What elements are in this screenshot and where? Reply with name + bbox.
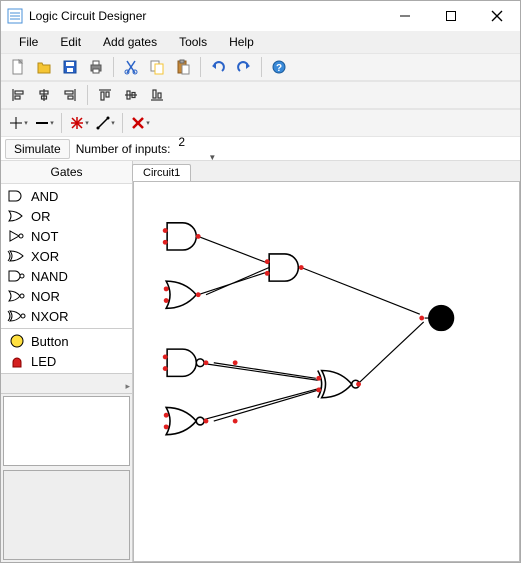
wire-line-button[interactable]: ▾ [32, 111, 56, 135]
app-window: Logic Circuit Designer File Edit Add gat… [0, 0, 521, 563]
io-label: LED [31, 354, 56, 369]
gates-palette: AND OR NOT XOR NAND [1, 184, 132, 329]
wire-cross-button[interactable]: ▾ [6, 111, 30, 135]
preview-pane [3, 396, 130, 466]
svg-text:?: ? [276, 63, 282, 74]
gate-label: OR [31, 209, 51, 224]
gate-label: AND [31, 189, 58, 204]
menu-file[interactable]: File [9, 33, 48, 51]
not-gate-icon [7, 228, 27, 244]
align-top-button[interactable] [93, 83, 117, 107]
new-file-button[interactable] [6, 55, 30, 79]
toolbar-separator [113, 57, 114, 77]
led-icon [7, 353, 27, 369]
window-controls [382, 1, 520, 31]
app-icon [7, 8, 23, 24]
menu-help[interactable]: Help [219, 33, 264, 51]
gate-label: NOT [31, 229, 58, 244]
save-button[interactable] [58, 55, 82, 79]
align-middle-v-button[interactable] [119, 83, 143, 107]
wire-toolbar: ▾ ▾ ▾ ▾ ▾ [1, 109, 520, 137]
sidebar-collapse-handle[interactable]: ▸ [1, 374, 132, 394]
toolbar-separator [61, 113, 62, 133]
node-star-button[interactable]: ▾ [67, 111, 91, 135]
gate-label: NAND [31, 269, 68, 284]
preview-pane-2 [3, 470, 130, 560]
xor-gate-icon [7, 248, 27, 264]
nor-gate-icon [7, 288, 27, 304]
wire-diag-button[interactable]: ▾ [93, 111, 117, 135]
io-item-led[interactable]: LED [3, 351, 130, 371]
canvas-tabstrip: Circuit1 [133, 161, 520, 181]
print-button[interactable] [84, 55, 108, 79]
gates-header: Gates [1, 161, 132, 184]
align-right-button[interactable] [58, 83, 82, 107]
gate-item-xor[interactable]: XOR [3, 246, 130, 266]
main-area: Gates AND OR NOT XOR [1, 161, 520, 562]
gate-item-not[interactable]: NOT [3, 226, 130, 246]
cut-button[interactable] [119, 55, 143, 79]
and-gate-icon [7, 188, 27, 204]
button-icon [7, 333, 27, 349]
gate-item-and[interactable]: AND [3, 186, 130, 206]
gate-item-nxor[interactable]: NXOR [3, 306, 130, 326]
gate-label: NXOR [31, 309, 69, 324]
canvas-area: Circuit1 [133, 161, 520, 562]
align-toolbar [1, 81, 520, 109]
simulate-button[interactable]: Simulate [5, 139, 70, 159]
number-of-inputs-dropdown[interactable]: 2 ▼ [174, 135, 214, 163]
gate-item-nor[interactable]: NOR [3, 286, 130, 306]
number-of-inputs-value: 2 [178, 135, 185, 149]
io-item-button[interactable]: Button [3, 331, 130, 351]
minimize-button[interactable] [382, 1, 428, 31]
open-file-button[interactable] [32, 55, 56, 79]
circuit-canvas[interactable] [133, 181, 520, 562]
toolbar-separator [122, 113, 123, 133]
number-of-inputs-label: Number of inputs: [72, 140, 175, 158]
circuit-diagram [134, 182, 519, 561]
close-button[interactable] [474, 1, 520, 31]
simulate-bar: Simulate Number of inputs: 2 ▼ [1, 137, 520, 161]
gate-item-nand[interactable]: NAND [3, 266, 130, 286]
gate-item-or[interactable]: OR [3, 206, 130, 226]
circuit-tab[interactable]: Circuit1 [132, 164, 191, 181]
menu-add-gates[interactable]: Add gates [93, 33, 167, 51]
main-toolbar: ? [1, 53, 520, 81]
io-label: Button [31, 334, 69, 349]
window-title: Logic Circuit Designer [29, 9, 146, 23]
align-center-h-button[interactable] [32, 83, 56, 107]
toolbar-separator [200, 57, 201, 77]
toolbar-separator [87, 85, 88, 105]
toolbar-separator [261, 57, 262, 77]
title-bar: Logic Circuit Designer [1, 1, 520, 31]
nand-gate-icon [7, 268, 27, 284]
io-palette: Button LED [1, 329, 132, 374]
gate-label: XOR [31, 249, 59, 264]
menu-bar: File Edit Add gates Tools Help [1, 31, 520, 53]
menu-tools[interactable]: Tools [169, 33, 217, 51]
align-left-button[interactable] [6, 83, 30, 107]
copy-button[interactable] [145, 55, 169, 79]
help-button[interactable]: ? [267, 55, 291, 79]
undo-button[interactable] [206, 55, 230, 79]
chevron-down-icon: ▼ [208, 153, 216, 162]
nxor-gate-icon [7, 308, 27, 324]
redo-button[interactable] [232, 55, 256, 79]
maximize-button[interactable] [428, 1, 474, 31]
paste-button[interactable] [171, 55, 195, 79]
sidebar: Gates AND OR NOT XOR [1, 161, 133, 562]
gate-label: NOR [31, 289, 60, 304]
align-bottom-button[interactable] [145, 83, 169, 107]
delete-button[interactable]: ▾ [128, 111, 152, 135]
or-gate-icon [7, 208, 27, 224]
menu-edit[interactable]: Edit [50, 33, 91, 51]
